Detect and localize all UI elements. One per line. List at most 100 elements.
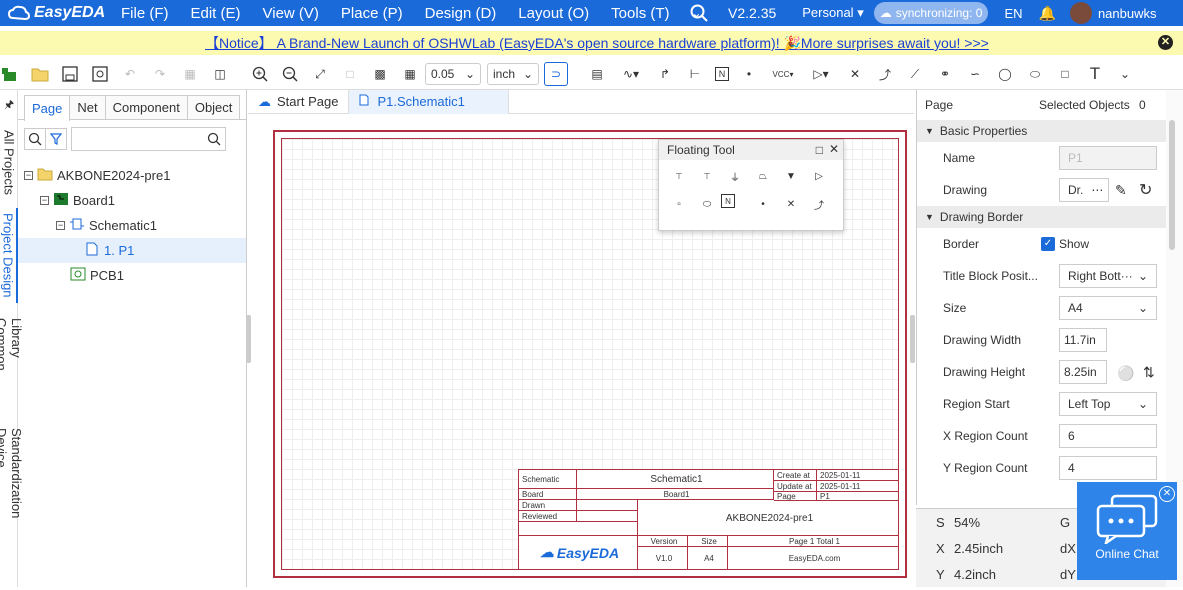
gnd-icon[interactable]: ⏚ — [721, 166, 749, 186]
menu-layout[interactable]: Layout (O) — [518, 5, 589, 22]
tab-all-projects[interactable]: All Projects — [0, 128, 18, 198]
title-block-select[interactable]: Right Bott··· ⌄ — [1059, 264, 1157, 288]
language-selector[interactable]: EN — [1004, 6, 1022, 21]
search-icon[interactable] — [690, 4, 708, 22]
save-icon[interactable] — [60, 64, 80, 84]
pgnd-icon[interactable]: ⏢ — [749, 166, 777, 186]
menu-design[interactable]: Design (D) — [425, 5, 497, 22]
junction-icon[interactable]: • — [749, 194, 777, 214]
tab-start-page[interactable]: ☁ Start Page — [248, 89, 350, 114]
border-checkbox[interactable]: ✓ — [1041, 237, 1055, 251]
copy-format-icon[interactable]: ▦ — [180, 64, 200, 84]
net-port-icon[interactable]: ▷ — [805, 166, 833, 186]
close-icon[interactable]: ✕ — [1159, 486, 1175, 502]
drawing-select[interactable]: Dr. ⋯ — [1059, 178, 1109, 202]
menu-place[interactable]: Place (P) — [341, 5, 403, 22]
notice-link[interactable]: 【Notice】 A Brand-New Launch of OSHWLab (… — [205, 33, 989, 53]
edit-icon[interactable]: ✎ — [1115, 182, 1127, 199]
sync-status-badge[interactable]: ☁ synchronizing: 0 — [873, 2, 989, 24]
junction-icon[interactable]: • — [739, 64, 759, 84]
ellipse-icon[interactable]: ⬭ — [1025, 64, 1045, 84]
account-type-dropdown[interactable]: Personal ▾ — [802, 5, 863, 21]
collapse-left-handle[interactable] — [246, 315, 251, 363]
filter-icon[interactable] — [45, 128, 67, 150]
floating-tool-header[interactable]: Floating Tool □ ✕ — [659, 140, 843, 160]
tree-node-project[interactable]: − AKBONE2024-pre1 — [18, 163, 246, 188]
size-select[interactable]: A4 ⌄ — [1059, 296, 1157, 320]
search-icon[interactable] — [24, 128, 46, 150]
find-icon[interactable]: ◫ — [210, 64, 230, 84]
region-start-select[interactable]: Left Top ⌄ — [1059, 392, 1157, 416]
collapse-icon[interactable]: − — [24, 171, 33, 180]
online-chat-button[interactable]: ✕ Online Chat — [1077, 482, 1177, 580]
bell-icon[interactable]: 🔔 — [1039, 5, 1056, 22]
wire-tool-icon[interactable]: ⤴ — [805, 194, 833, 214]
new-file-icon[interactable] — [0, 64, 20, 84]
height-input[interactable]: 8.25in — [1059, 360, 1107, 384]
unit-select[interactable]: inch ⌄ — [487, 63, 539, 85]
tree-node-pcb[interactable]: PCB1 — [18, 263, 246, 288]
collapse-icon[interactable]: − — [40, 196, 49, 205]
open-folder-icon[interactable] — [30, 64, 50, 84]
probe-icon[interactable]: ⤴ — [875, 64, 895, 84]
basic-properties-section[interactable]: ▼ Basic Properties — [917, 120, 1166, 142]
vcc-icon[interactable]: ⊤ — [665, 166, 693, 186]
x-region-input[interactable]: 6 — [1059, 424, 1157, 448]
more-tools-chevron-icon[interactable]: ⌄ — [1115, 64, 1135, 84]
bus-entry-icon[interactable]: ⬭ — [693, 194, 721, 214]
grid-size-select[interactable]: 0.05 ⌄ — [425, 63, 481, 85]
circle-icon[interactable]: ◯ — [995, 64, 1015, 84]
close-icon[interactable]: ✕ — [1158, 35, 1173, 50]
tab-page[interactable]: Page — [24, 95, 71, 121]
net-label-icon[interactable]: ▫ — [665, 194, 693, 214]
grid-icon[interactable]: ▦ — [400, 64, 420, 84]
menu-view[interactable]: View (V) — [263, 5, 319, 22]
maximize-icon[interactable]: □ — [816, 143, 823, 157]
save-all-icon[interactable] — [90, 64, 110, 84]
close-icon[interactable]: ✕ — [829, 142, 839, 156]
arc-icon[interactable]: ⚭ — [935, 64, 955, 84]
collapse-right-handle[interactable] — [910, 315, 915, 363]
zoom-selection-icon[interactable]: □ — [340, 64, 360, 84]
floating-tool-panel[interactable]: Floating Tool □ ✕ ⊤ ⊤ ⏚ ⏢ ▼ ▷ ▫ ⬭ N • ✕ … — [658, 139, 844, 231]
tree-node-page[interactable]: 1. P1 — [18, 238, 246, 263]
gnd2-icon[interactable]: ▼ — [777, 166, 805, 186]
tab-schematic-page[interactable]: P1.Schematic1 — [349, 89, 510, 114]
tab-object[interactable]: Object — [186, 95, 241, 119]
tab-common-library[interactable]: Common Library — [0, 318, 24, 413]
bus-icon[interactable]: ⊢ — [685, 64, 705, 84]
plus5v-icon[interactable]: ⊤ — [693, 166, 721, 186]
rectangle-icon[interactable]: □ — [1055, 64, 1075, 84]
fit-view-icon[interactable]: ⤢ — [310, 64, 330, 84]
menu-file[interactable]: File (F) — [121, 5, 169, 22]
undo-icon[interactable]: ↶ — [120, 64, 140, 84]
redo-icon[interactable]: ↷ — [150, 64, 170, 84]
resistor-icon[interactable]: ∿▾ — [617, 64, 645, 84]
tree-node-schematic[interactable]: − Schematic1 — [18, 213, 246, 238]
menu-tools[interactable]: Tools (T) — [611, 5, 669, 22]
refresh-icon[interactable]: ↻ — [1139, 180, 1152, 200]
name-input[interactable]: P1 — [1059, 146, 1157, 170]
y-region-input[interactable]: 4 — [1059, 456, 1157, 480]
menu-edit[interactable]: Edit (E) — [191, 5, 241, 22]
text-icon[interactable]: T — [1085, 64, 1105, 84]
tab-net[interactable]: Net — [69, 95, 106, 119]
app-logo[interactable]: EasyEDA — [0, 4, 110, 22]
no-connect-icon[interactable]: ✕ — [845, 64, 865, 84]
scroll-thumb[interactable] — [1169, 120, 1175, 250]
zoom-out-icon[interactable] — [280, 64, 300, 84]
user-menu[interactable]: nanbuwks — [1069, 2, 1157, 24]
vcc-icon[interactable]: VCC▾ — [769, 64, 797, 84]
search-icon[interactable] — [207, 132, 221, 146]
line-icon[interactable]: ⟋ — [905, 64, 925, 84]
bezier-icon[interactable]: ∽ — [965, 64, 985, 84]
tab-component[interactable]: Component — [104, 95, 188, 119]
net-flag-icon[interactable]: N — [721, 194, 735, 208]
tree-node-board[interactable]: − Board1 — [18, 188, 246, 213]
snap-icon[interactable]: ⊃ — [544, 62, 568, 86]
drawing-border-section[interactable]: ▼ Drawing Border — [917, 206, 1166, 228]
zoom-area-icon[interactable]: ▩ — [370, 64, 390, 84]
no-connect-icon[interactable]: ✕ — [777, 194, 805, 214]
swap-dimensions-icon[interactable]: ⇅ — [1143, 364, 1155, 381]
tab-device-standardization[interactable]: Device Standardization — [0, 428, 24, 556]
